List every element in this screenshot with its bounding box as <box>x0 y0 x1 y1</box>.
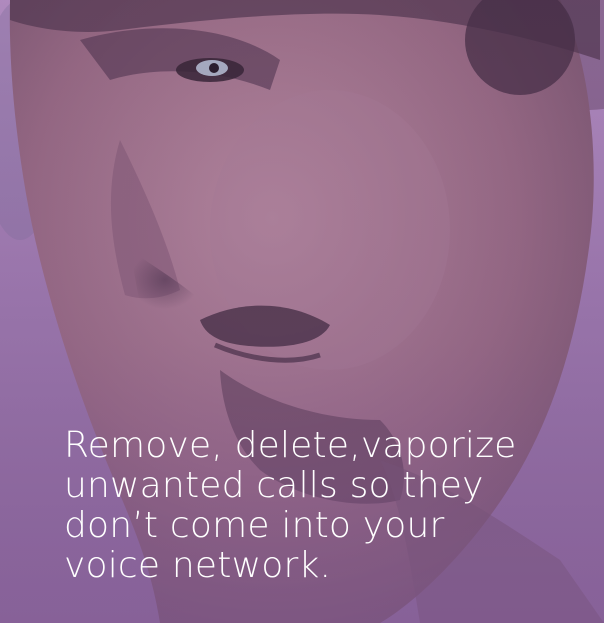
promo-caption: Remove, delete,vaporize unwanted calls s… <box>64 426 584 586</box>
caption-line: don’t come into your <box>64 505 445 546</box>
promo-card: Remove, delete,vaporize unwanted calls s… <box>0 0 604 623</box>
caption-line: unwanted calls so they <box>64 465 484 506</box>
caption-line: Remove, delete,vaporize <box>64 425 517 466</box>
caption-line: voice network. <box>64 545 332 586</box>
